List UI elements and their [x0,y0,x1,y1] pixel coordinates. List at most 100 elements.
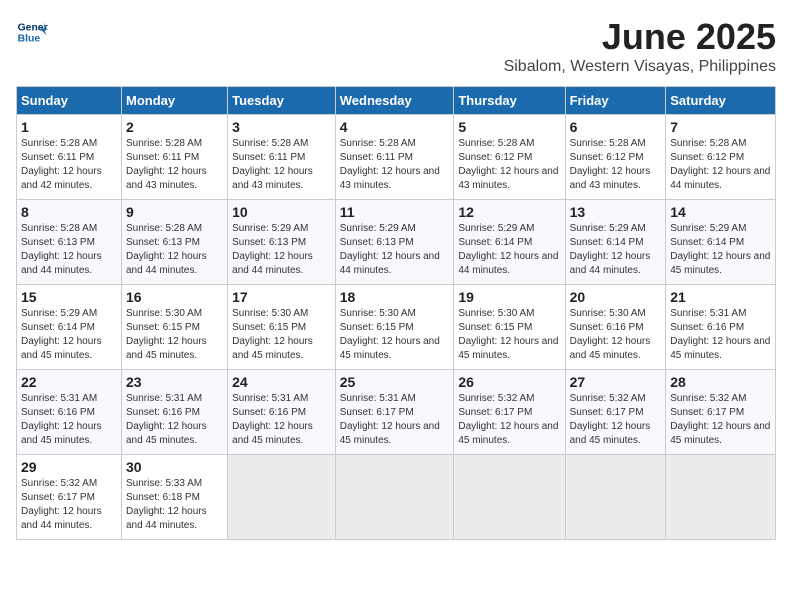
calendar-empty-cell [228,455,336,540]
day-detail: Sunrise: 5:30 AMSunset: 6:16 PMDaylight:… [570,308,651,361]
calendar-title: June 2025 [504,16,776,58]
calendar-body: 1 Sunrise: 5:28 AMSunset: 6:11 PMDaylight… [17,115,776,540]
day-number: 1 [21,119,117,135]
calendar-day-22: 22 Sunrise: 5:31 AMSunset: 6:16 PMDayligh… [17,370,122,455]
calendar-day-10: 10Sunrise: 5:29 AMSunset: 6:13 PMDayligh… [228,200,336,285]
day-detail: Sunrise: 5:28 AMSunset: 6:11 PMDaylight:… [232,138,313,191]
day-detail: Sunrise: 5:31 AMSunset: 6:16 PMDaylight:… [126,393,207,446]
day-number: 3 [232,119,331,135]
header-cell-sunday: Sunday [17,87,122,115]
day-detail: Sunrise: 5:29 AMSunset: 6:14 PMDaylight:… [670,223,770,276]
calendar-day-5: 5 Sunrise: 5:28 AMSunset: 6:12 PMDaylight… [454,115,565,200]
calendar-day-6: 6Sunrise: 5:28 AMSunset: 6:12 PMDaylight… [565,115,666,200]
day-detail: Sunrise: 5:28 AMSunset: 6:13 PMDaylight:… [126,223,207,276]
day-detail: Sunrise: 5:28 AMSunset: 6:11 PMDaylight:… [126,138,207,191]
calendar-day-25: 25Sunrise: 5:31 AMSunset: 6:17 PMDayligh… [335,370,454,455]
day-number: 6 [570,119,662,135]
calendar-day-26: 26 Sunrise: 5:32 AMSunset: 6:17 PMDayligh… [454,370,565,455]
day-number: 7 [670,119,771,135]
calendar-day-27: 27 Sunrise: 5:32 AMSunset: 6:17 PMDayligh… [565,370,666,455]
day-detail: Sunrise: 5:33 AMSunset: 6:18 PMDaylight:… [126,478,207,531]
calendar-day-3: 3 Sunrise: 5:28 AMSunset: 6:11 PMDaylight… [228,115,336,200]
calendar-day-20: 20 Sunrise: 5:30 AMSunset: 6:16 PMDayligh… [565,285,666,370]
day-number: 23 [126,374,223,390]
calendar-table: SundayMondayTuesdayWednesdayThursdayFrid… [16,86,776,540]
day-detail: Sunrise: 5:32 AMSunset: 6:17 PMDaylight:… [21,478,102,531]
logo-icon: General Blue [16,16,48,48]
calendar-week-5: 29Sunrise: 5:32 AMSunset: 6:17 PMDayligh… [17,455,776,540]
day-detail: Sunrise: 5:32 AMSunset: 6:17 PMDaylight:… [670,393,770,446]
day-detail: Sunrise: 5:31 AMSunset: 6:17 PMDaylight:… [340,393,440,446]
calendar-header-row: SundayMondayTuesdayWednesdayThursdayFrid… [17,87,776,115]
day-detail: Sunrise: 5:31 AMSunset: 6:16 PMDaylight:… [670,308,770,361]
day-number: 14 [670,204,771,220]
calendar-empty-cell [565,455,666,540]
calendar-empty-cell [454,455,565,540]
header-cell-thursday: Thursday [454,87,565,115]
day-number: 24 [232,374,331,390]
day-number: 16 [126,289,223,305]
day-number: 15 [21,289,117,305]
calendar-week-2: 8Sunrise: 5:28 AMSunset: 6:13 PMDaylight… [17,200,776,285]
header-cell-monday: Monday [121,87,227,115]
calendar-week-4: 22 Sunrise: 5:31 AMSunset: 6:16 PMDayligh… [17,370,776,455]
header-cell-friday: Friday [565,87,666,115]
calendar-day-16: 16 Sunrise: 5:30 AMSunset: 6:15 PMDayligh… [121,285,227,370]
calendar-day-13: 13 Sunrise: 5:29 AMSunset: 6:14 PMDayligh… [565,200,666,285]
day-detail: Sunrise: 5:28 AMSunset: 6:11 PMDaylight:… [340,138,440,191]
day-number: 12 [458,204,560,220]
calendar-empty-cell [666,455,776,540]
day-number: 21 [670,289,771,305]
day-detail: Sunrise: 5:32 AMSunset: 6:17 PMDaylight:… [458,393,558,446]
calendar-day-19: 19Sunrise: 5:30 AMSunset: 6:15 PMDayligh… [454,285,565,370]
day-number: 22 [21,374,117,390]
calendar-day-23: 23 Sunrise: 5:31 AMSunset: 6:16 PMDayligh… [121,370,227,455]
day-detail: Sunrise: 5:28 AMSunset: 6:12 PMDaylight:… [458,138,558,191]
day-number: 28 [670,374,771,390]
calendar-day-11: 11Sunrise: 5:29 AMSunset: 6:13 PMDayligh… [335,200,454,285]
calendar-day-12: 12Sunrise: 5:29 AMSunset: 6:14 PMDayligh… [454,200,565,285]
day-number: 13 [570,204,662,220]
day-detail: Sunrise: 5:30 AMSunset: 6:15 PMDaylight:… [126,308,207,361]
day-detail: Sunrise: 5:30 AMSunset: 6:15 PMDaylight:… [340,308,440,361]
day-detail: Sunrise: 5:28 AMSunset: 6:11 PMDaylight:… [21,138,102,191]
logo: General Blue [16,16,48,48]
day-number: 17 [232,289,331,305]
day-number: 2 [126,119,223,135]
day-detail: Sunrise: 5:28 AMSunset: 6:13 PMDaylight:… [21,223,102,276]
calendar-day-8: 8Sunrise: 5:28 AMSunset: 6:13 PMDaylight… [17,200,122,285]
day-detail: Sunrise: 5:29 AMSunset: 6:14 PMDaylight:… [21,308,102,361]
day-detail: Sunrise: 5:30 AMSunset: 6:15 PMDaylight:… [232,308,313,361]
calendar-day-4: 4 Sunrise: 5:28 AMSunset: 6:11 PMDaylight… [335,115,454,200]
calendar-day-30: 30Sunrise: 5:33 AMSunset: 6:18 PMDayligh… [121,455,227,540]
header-cell-tuesday: Tuesday [228,87,336,115]
svg-text:Blue: Blue [18,34,41,45]
calendar-subtitle: Sibalom, Western Visayas, Philippines [504,58,776,76]
calendar-empty-cell [335,455,454,540]
day-number: 20 [570,289,662,305]
day-detail: Sunrise: 5:28 AMSunset: 6:12 PMDaylight:… [670,138,770,191]
day-detail: Sunrise: 5:29 AMSunset: 6:14 PMDaylight:… [570,223,651,276]
day-number: 4 [340,119,450,135]
day-number: 26 [458,374,560,390]
calendar-day-18: 18Sunrise: 5:30 AMSunset: 6:15 PMDayligh… [335,285,454,370]
day-detail: Sunrise: 5:32 AMSunset: 6:17 PMDaylight:… [570,393,651,446]
day-number: 9 [126,204,223,220]
calendar-week-3: 15 Sunrise: 5:29 AMSunset: 6:14 PMDayligh… [17,285,776,370]
calendar-day-9: 9 Sunrise: 5:28 AMSunset: 6:13 PMDaylight… [121,200,227,285]
day-detail: Sunrise: 5:31 AMSunset: 6:16 PMDaylight:… [21,393,102,446]
calendar-day-17: 17 Sunrise: 5:30 AMSunset: 6:15 PMDayligh… [228,285,336,370]
calendar-week-1: 1 Sunrise: 5:28 AMSunset: 6:11 PMDaylight… [17,115,776,200]
day-number: 27 [570,374,662,390]
calendar-day-14: 14 Sunrise: 5:29 AMSunset: 6:14 PMDayligh… [666,200,776,285]
header: General Blue June 2025 Sibalom, Western … [16,16,776,76]
calendar-day-15: 15 Sunrise: 5:29 AMSunset: 6:14 PMDayligh… [17,285,122,370]
day-number: 19 [458,289,560,305]
calendar-day-21: 21 Sunrise: 5:31 AMSunset: 6:16 PMDayligh… [666,285,776,370]
calendar-day-7: 7 Sunrise: 5:28 AMSunset: 6:12 PMDaylight… [666,115,776,200]
day-number: 5 [458,119,560,135]
day-detail: Sunrise: 5:29 AMSunset: 6:13 PMDaylight:… [340,223,440,276]
calendar-day-29: 29Sunrise: 5:32 AMSunset: 6:17 PMDayligh… [17,455,122,540]
calendar-day-1: 1 Sunrise: 5:28 AMSunset: 6:11 PMDaylight… [17,115,122,200]
header-cell-saturday: Saturday [666,87,776,115]
